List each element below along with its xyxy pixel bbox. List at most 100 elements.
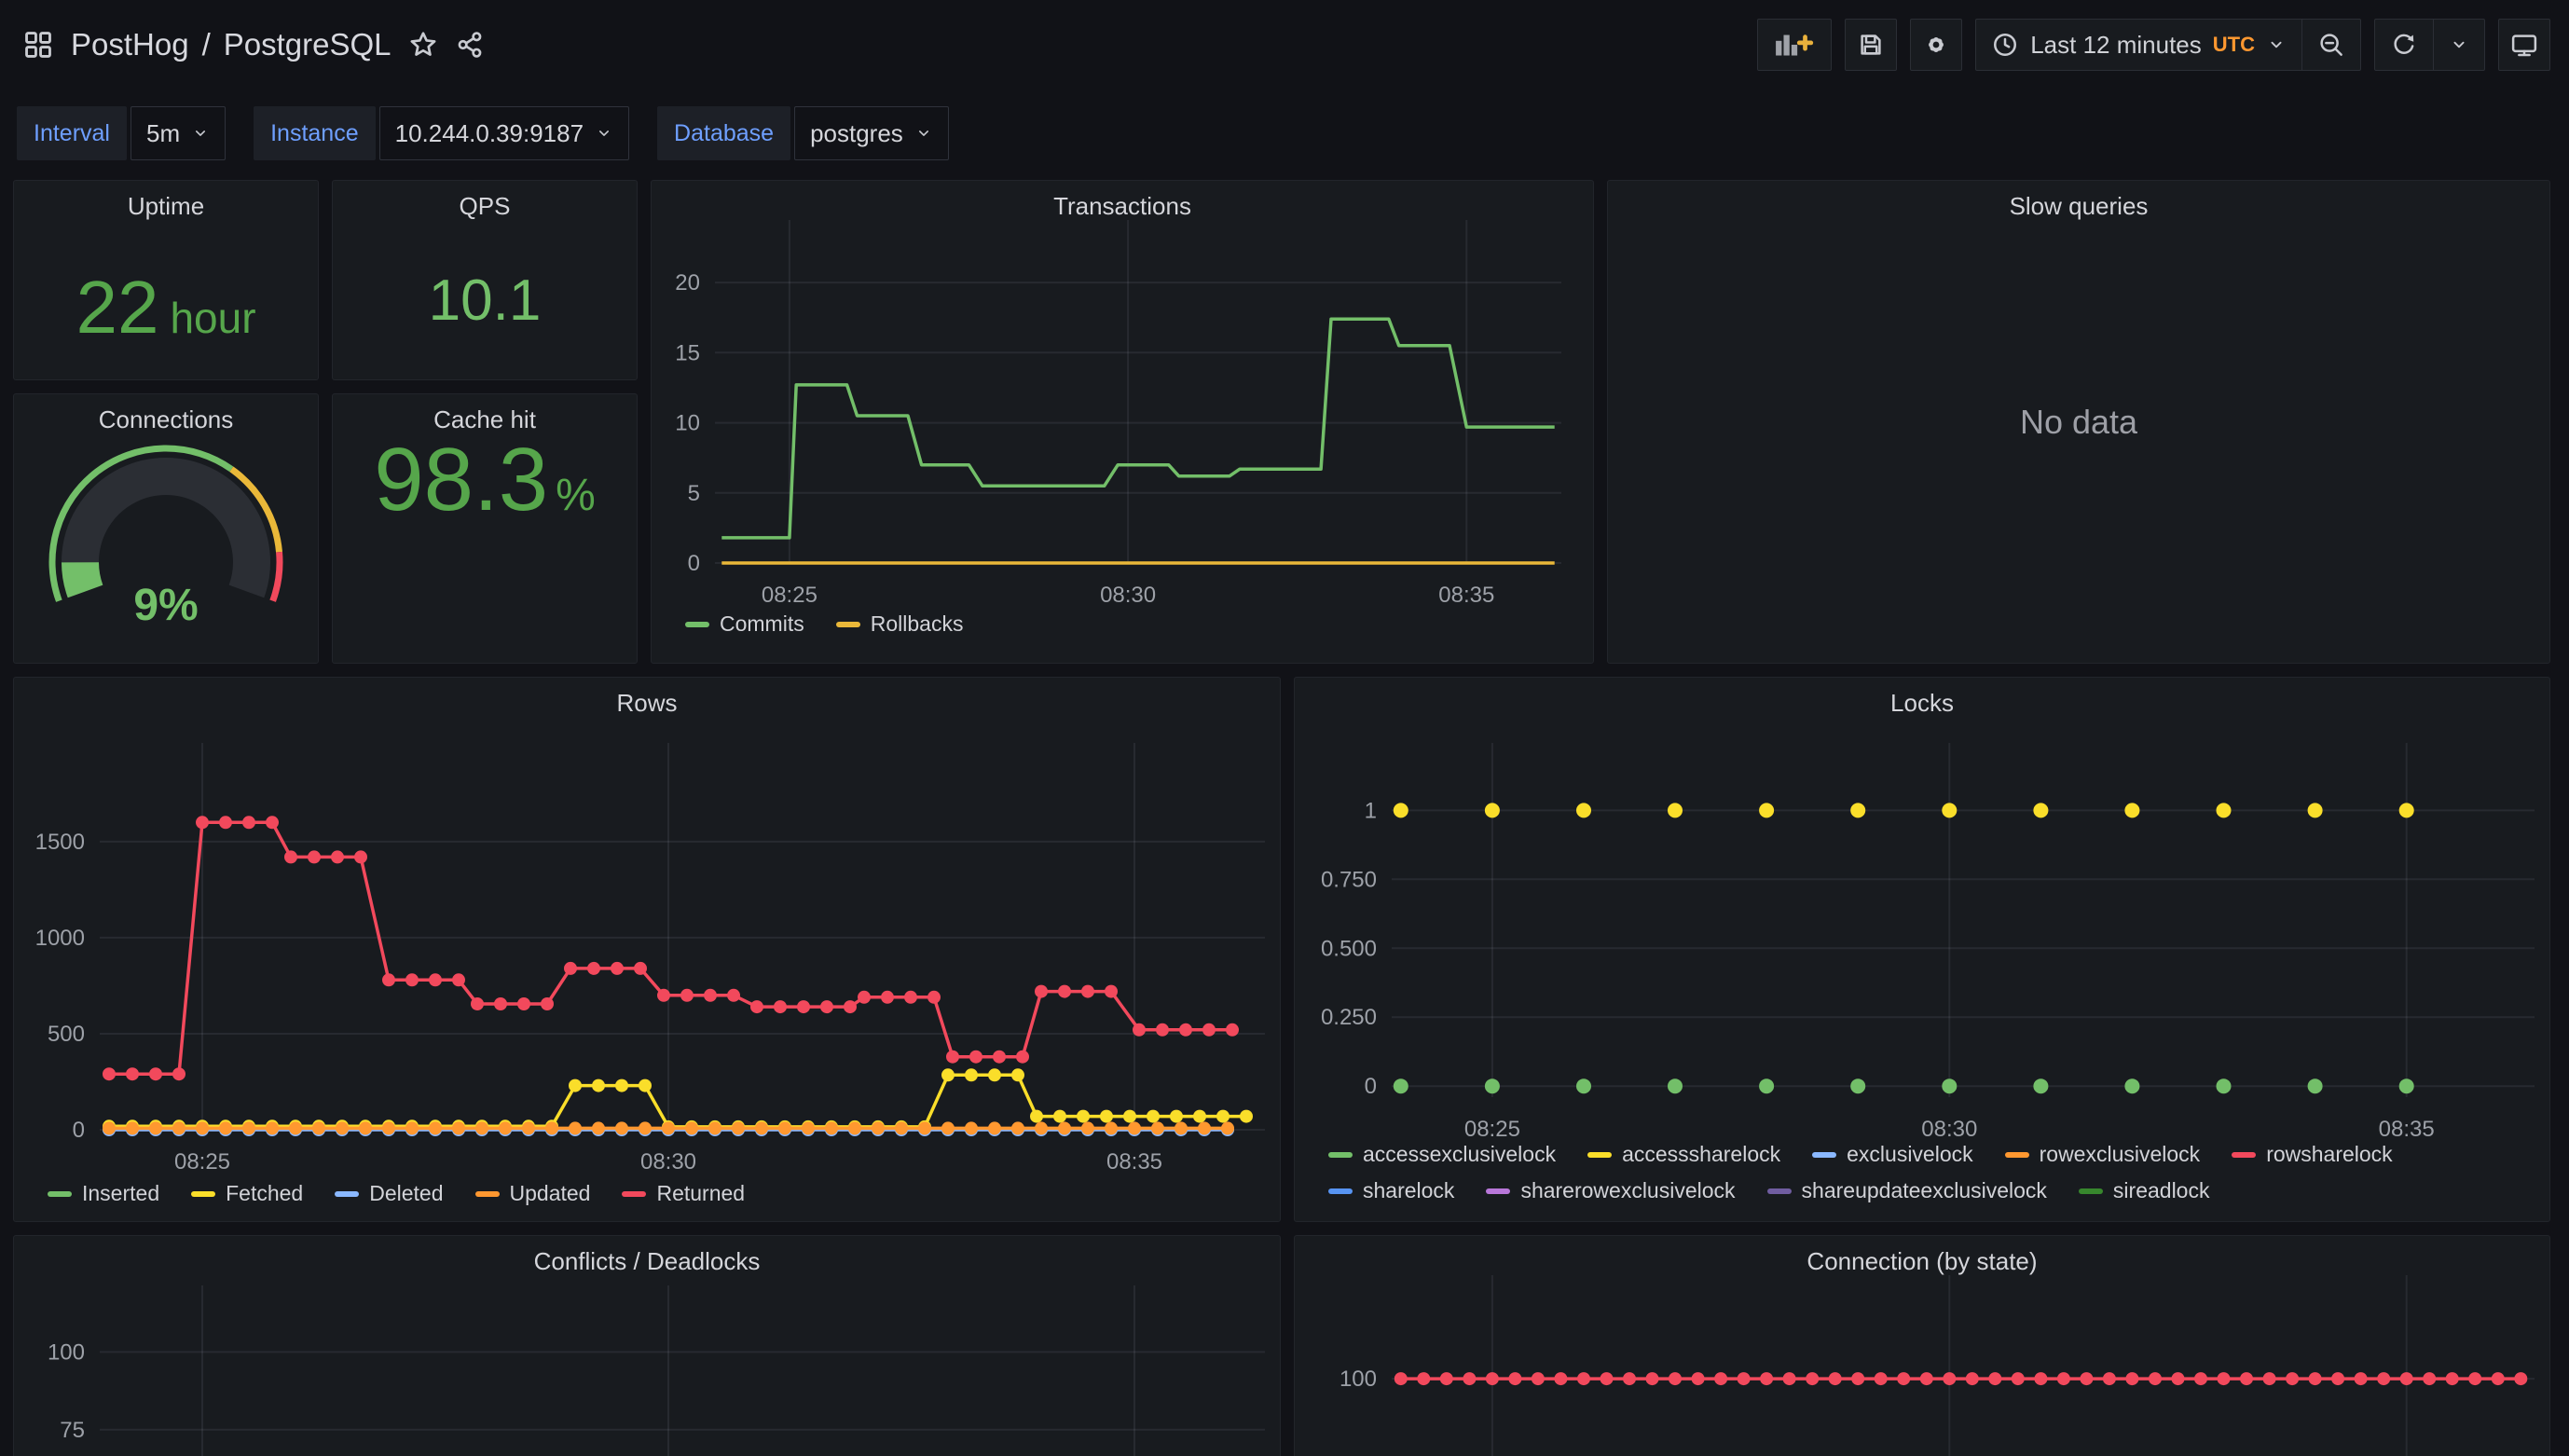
legend-label: Returned <box>656 1181 746 1205</box>
series-line-Returned <box>109 820 1232 1076</box>
legend-item[interactable]: accesssharelock <box>1587 1142 1780 1167</box>
x-axis-tick-label: 08:35 <box>2379 1117 2435 1142</box>
plus-icon <box>1797 34 1814 51</box>
series-point-accessexclusivelock <box>1759 1078 1775 1094</box>
series-point-accessexclusivelock <box>1393 1078 1408 1094</box>
legend-item[interactable]: Returned <box>622 1181 745 1206</box>
series-point-active <box>1806 1372 1820 1386</box>
series-point-accessexclusivelock <box>2033 1078 2049 1094</box>
series-point-accessexclusivelock <box>2307 1078 2323 1094</box>
series-point-accesssharelock <box>2398 803 2414 818</box>
series-point-active <box>1828 1372 1842 1386</box>
legend-item[interactable]: Deleted <box>335 1181 444 1206</box>
legend-swatch <box>1812 1151 1837 1158</box>
x-axis-tick-label: 08:30 <box>1921 1117 1977 1142</box>
dashboard-settings-button[interactable] <box>1910 19 1963 71</box>
apps-grid-icon[interactable] <box>22 29 54 61</box>
series-point-Returned <box>564 961 577 975</box>
series-point-Returned <box>611 961 624 975</box>
series-point-Updated <box>1105 1121 1118 1135</box>
legend-item[interactable]: Commits <box>685 611 804 637</box>
series-point-Updated <box>1011 1121 1024 1135</box>
zoom-out-button[interactable] <box>2301 20 2360 70</box>
transactions-chart[interactable]: 08:25 08:30 08:35 0 5 10 15 20 <box>652 181 1595 665</box>
series-point-Returned <box>704 988 717 1002</box>
zoom-out-icon <box>2320 34 2342 56</box>
series-point-Returned <box>1156 1023 1169 1037</box>
series-point-Returned <box>196 816 209 830</box>
series-point-Returned <box>517 997 530 1010</box>
rows-chart[interactable]: 08:25 08:30 08:35 0 500 1000 1500 <box>14 678 1282 1223</box>
panel-title[interactable]: Connections <box>14 405 318 434</box>
chevron-down-icon <box>599 130 610 136</box>
x-axis-tick-label: 08:25 <box>1464 1117 1520 1142</box>
series-point-accessexclusivelock <box>1484 1078 1500 1094</box>
series-point-Updated <box>452 1121 465 1135</box>
breadcrumb-dashboard[interactable]: PostgreSQL <box>224 27 392 62</box>
legend-item[interactable]: Rollbacks <box>835 611 963 637</box>
legend-item[interactable]: accessexclusivelock <box>1328 1142 1556 1167</box>
legend-item[interactable]: shareupdateexclusivelock <box>1766 1178 2047 1203</box>
dashboard-title: PostHog / PostgreSQL <box>71 27 392 62</box>
series-point-Returned <box>172 1067 185 1081</box>
series-point-Returned <box>354 850 367 864</box>
star-icon[interactable] <box>408 30 438 60</box>
series-point-active <box>1988 1372 2002 1386</box>
refresh-controls <box>2374 19 2485 71</box>
legend-item[interactable]: exclusivelock <box>1812 1142 1973 1167</box>
series-point-Fetched <box>1011 1068 1024 1082</box>
grafana-dashboard: PostHog / PostgreSQL Last 12 minutes UTC… <box>0 0 2569 1456</box>
save-dashboard-button[interactable] <box>1845 19 1898 71</box>
legend-item[interactable]: sireadlock <box>2078 1178 2209 1203</box>
series-point-active <box>1394 1372 1408 1386</box>
conflicts-chart[interactable]: 75 100 <box>14 1236 1282 1456</box>
series-point-Updated <box>1128 1121 1141 1135</box>
legend-label: Deleted <box>369 1181 444 1205</box>
time-range-picker[interactable]: Last 12 minutes UTC <box>1976 20 2301 70</box>
series-point-Updated <box>126 1121 139 1135</box>
variable-instance: Instance 10.244.0.39:9187 <box>254 106 630 160</box>
stat-value: 98.3 % <box>333 435 637 663</box>
series-point-Returned <box>1133 1023 1146 1037</box>
y-axis-tick-label: 100 <box>48 1339 85 1365</box>
cycle-view-mode-button[interactable] <box>2498 19 2550 71</box>
panel-title[interactable]: Uptime <box>14 192 318 221</box>
series-point-active <box>2514 1372 2528 1386</box>
legend-item[interactable]: sharelock <box>1328 1178 1454 1203</box>
legend-item[interactable]: Fetched <box>191 1181 303 1206</box>
panel-title[interactable]: QPS <box>333 192 637 221</box>
legend-item[interactable]: Inserted <box>48 1181 159 1206</box>
series-point-Returned <box>1105 984 1118 998</box>
legend-item[interactable]: Updated <box>474 1181 590 1206</box>
interval-select[interactable]: 5m <box>130 106 227 160</box>
legend-swatch <box>335 1190 360 1197</box>
instance-select[interactable]: 10.244.0.39:9187 <box>378 106 630 160</box>
series-point-Updated <box>639 1121 652 1135</box>
series-point-Returned <box>657 988 670 1002</box>
panel-slow-queries: Slow queries No data <box>1607 180 2550 664</box>
series-point-accesssharelock <box>2033 803 2049 818</box>
series-point-Returned <box>881 990 894 1004</box>
connection-by-state-chart[interactable]: 100 <box>1295 1236 2551 1456</box>
database-select[interactable]: postgres <box>794 106 949 160</box>
legend-swatch <box>685 621 709 627</box>
y-axis-tick-label: 0 <box>1365 1074 1377 1099</box>
panel-connections: Connections 9% <box>13 393 319 664</box>
series-point-active <box>2262 1372 2276 1386</box>
series-point-Returned <box>1035 984 1048 998</box>
gauge-value-arc <box>62 561 103 598</box>
legend-item[interactable]: rowsharelock <box>2232 1142 2393 1167</box>
series-line-Fetched <box>109 1073 1246 1129</box>
x-axis-tick-label: 08:25 <box>174 1149 230 1174</box>
series-point-Updated <box>1035 1121 1048 1135</box>
refresh-button[interactable] <box>2375 20 2433 70</box>
breadcrumb-folder[interactable]: PostHog <box>71 27 189 62</box>
dashboard-variables: Interval 5m Instance 10.244.0.39:9187 Da… <box>17 106 949 160</box>
uptime-unit: hour <box>170 294 256 342</box>
share-icon[interactable] <box>455 30 485 60</box>
legend-item[interactable]: sharerowexclusivelock <box>1486 1178 1736 1203</box>
refresh-interval-dropdown[interactable] <box>2433 20 2484 70</box>
series-point-Updated <box>429 1121 442 1135</box>
add-panel-button[interactable] <box>1757 19 1833 71</box>
legend-item[interactable]: rowexclusivelock <box>2004 1142 2200 1167</box>
